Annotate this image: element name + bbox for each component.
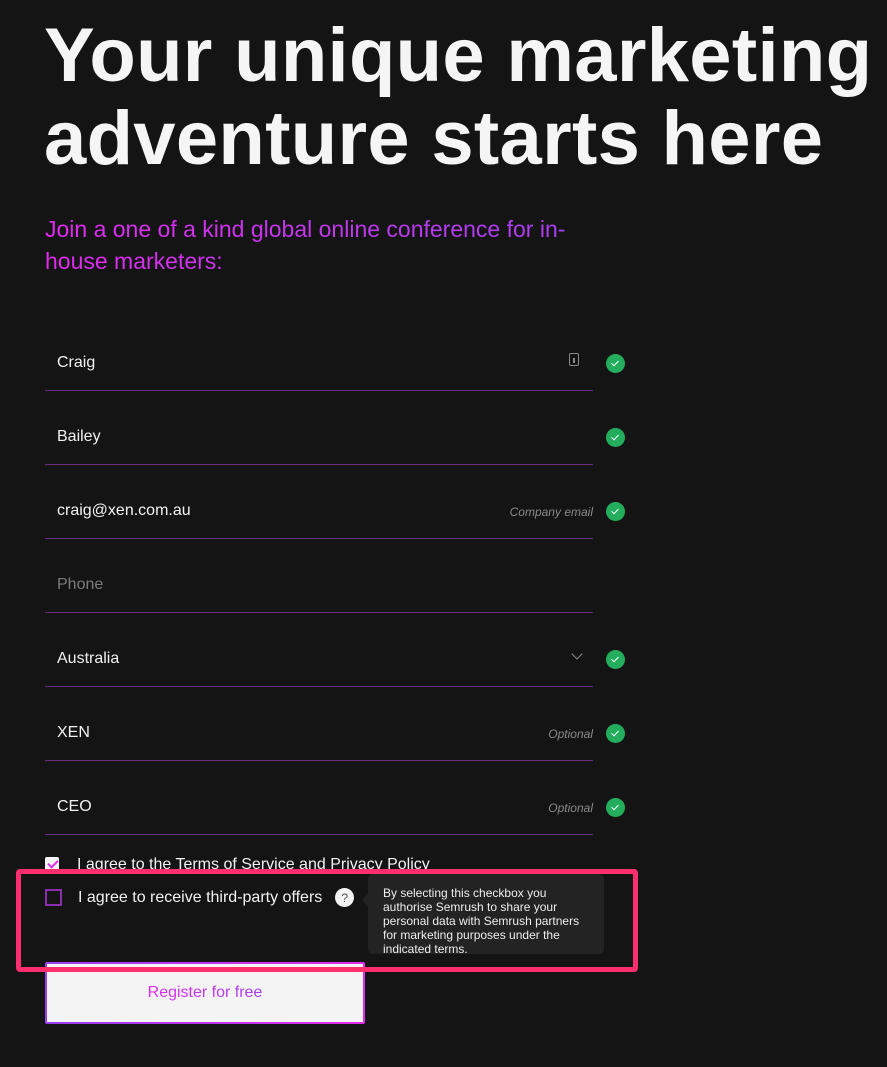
job-title-hint: Optional [548, 801, 593, 815]
country-select[interactable]: Australia [45, 632, 593, 687]
email-valid-check-icon [606, 502, 625, 521]
terms-checkbox[interactable] [45, 857, 59, 871]
job-title-value: CEO [57, 798, 92, 815]
offers-tooltip: By selecting this checkbox you authorise… [362, 874, 604, 956]
privacy-policy-link[interactable]: Privacy Policy [330, 856, 430, 873]
offers-checkbox[interactable] [45, 889, 62, 906]
terms-of-service-link[interactable]: Terms of Service [175, 856, 294, 873]
page-subtitle: Join a one of a kind global online confe… [45, 213, 605, 277]
company-value: XEN [57, 724, 90, 741]
email-field[interactable]: craig@xen.com.au Company email [45, 484, 593, 539]
register-button-label: Register for free [147, 984, 263, 1001]
page-title: Your unique marketing adventure starts h… [44, 13, 873, 181]
job-title-field[interactable]: CEO Optional [45, 780, 593, 835]
last-name-value: Bailey [57, 428, 101, 445]
phone-placeholder: Phone [57, 576, 104, 593]
help-icon[interactable]: ? [335, 888, 355, 907]
terms-row: I agree to the Terms of Service and Priv… [45, 853, 430, 875]
first-name-field[interactable]: Craig [45, 336, 593, 391]
country-value: Australia [57, 650, 120, 667]
phone-field[interactable]: Phone [45, 558, 593, 613]
first-name-value: Craig [57, 354, 96, 371]
company-hint: Optional [548, 727, 593, 741]
terms-prefix: I agree to the [77, 856, 176, 873]
company-valid-check-icon [606, 724, 625, 743]
terms-middle: and [294, 856, 331, 873]
country-valid-check-icon [606, 650, 625, 669]
offers-label[interactable]: I agree to receive third-party offers [78, 889, 322, 907]
job-title-valid-check-icon [606, 798, 625, 817]
email-value: craig@xen.com.au [57, 502, 191, 519]
contact-card-icon[interactable] [569, 353, 579, 366]
terms-label: I agree to the Terms of Service and Priv… [77, 853, 430, 875]
last-name-field[interactable]: Bailey [45, 410, 593, 465]
last-name-valid-check-icon [606, 428, 625, 447]
company-field[interactable]: XEN Optional [45, 706, 593, 761]
offers-row: I agree to receive third-party offers ? [45, 888, 355, 907]
first-name-valid-check-icon [606, 354, 625, 373]
email-hint: Company email [509, 505, 593, 519]
register-button[interactable]: Register for free [45, 962, 365, 1024]
chevron-down-icon[interactable] [571, 648, 583, 660]
